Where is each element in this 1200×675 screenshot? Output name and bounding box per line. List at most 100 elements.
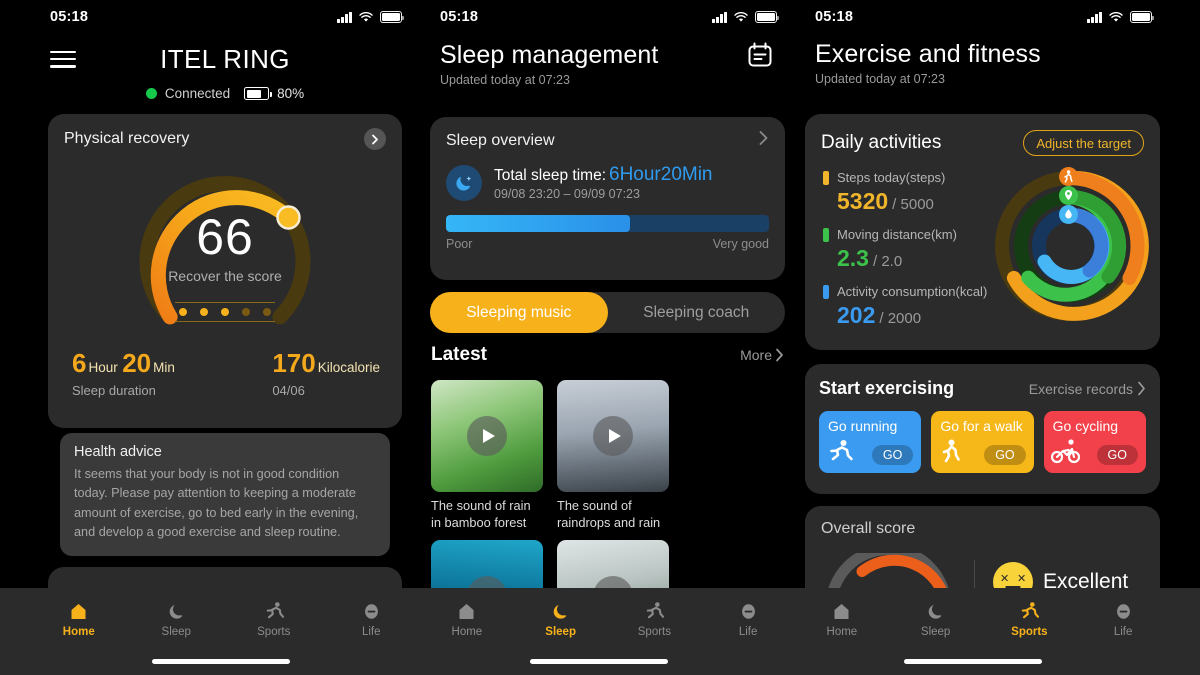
exercise-records-label: Exercise records bbox=[1028, 380, 1133, 397]
tile-go-for-a-walk[interactable]: Go for a walk GO bbox=[931, 411, 1034, 473]
cellular-signal-icon bbox=[1087, 11, 1102, 23]
calendar-note-icon[interactable] bbox=[745, 40, 775, 70]
tile-go-button[interactable]: GO bbox=[1096, 445, 1138, 465]
play-icon[interactable] bbox=[593, 416, 633, 456]
page-subtitle: Updated today at 07:23 bbox=[815, 72, 945, 86]
runner-icon bbox=[264, 601, 284, 622]
nav-item-sports[interactable]: Sports bbox=[608, 588, 702, 650]
tile-go-button[interactable]: GO bbox=[871, 445, 914, 465]
more-link[interactable]: More bbox=[740, 347, 784, 363]
status-bar-panel1: 05:18 bbox=[30, 0, 420, 34]
location-pin-icon bbox=[1059, 186, 1078, 205]
page-title: Exercise and fitness bbox=[815, 40, 1041, 68]
health-advice-body: It seems that your body is not in good c… bbox=[74, 467, 359, 540]
sleep-quality-scale: Poor Very good bbox=[446, 237, 769, 251]
sleep-page-header: Sleep management Updated today at 07:23 bbox=[420, 34, 795, 87]
nav-label: Home bbox=[62, 625, 95, 638]
nav-item-home[interactable]: Home bbox=[420, 588, 514, 650]
nav-item-life[interactable]: Life bbox=[323, 588, 421, 650]
daily-activities-card: Daily activities Adjust the target Steps… bbox=[805, 114, 1160, 350]
card-title: Overall score bbox=[821, 520, 916, 537]
distance-target: / 2.0 bbox=[872, 253, 903, 270]
status-time: 05:18 bbox=[50, 9, 89, 25]
tab-sleeping-music[interactable]: Sleeping music bbox=[430, 292, 608, 333]
latest-heading: Latest bbox=[431, 344, 487, 365]
life-icon bbox=[738, 601, 758, 622]
life-icon bbox=[1113, 601, 1133, 622]
nav-item-home[interactable]: Home bbox=[795, 588, 889, 650]
list-item[interactable]: The sound of rain in bamboo forest bbox=[431, 380, 543, 532]
steps-color-swatch bbox=[823, 170, 829, 185]
nav-label: Sports bbox=[637, 625, 671, 638]
flame-icon bbox=[1059, 205, 1078, 224]
total-sleep-label: Total sleep time: bbox=[494, 167, 606, 184]
media-thumbnail[interactable] bbox=[431, 380, 543, 492]
sleep-overview-card[interactable]: Sleep overview Total sleep time: 6Hour20M… bbox=[430, 117, 785, 280]
walking-icon bbox=[1059, 167, 1078, 186]
health-advice-title: Health advice bbox=[74, 444, 162, 460]
moon-icon bbox=[446, 164, 482, 201]
scale-high-label: Very good bbox=[712, 237, 769, 251]
nav-item-sleep[interactable]: Sleep bbox=[889, 588, 983, 650]
nav-item-home[interactable]: Home bbox=[30, 588, 128, 650]
sleep-duration-label: Sleep duration bbox=[72, 383, 156, 398]
panel-home: 05:18 ITEL RING Connected 80% Physical r… bbox=[30, 0, 420, 675]
adjust-target-button[interactable]: Adjust the target bbox=[1023, 130, 1144, 156]
nav-item-sleep[interactable]: Sleep bbox=[514, 588, 608, 650]
total-sleep-value: 6Hour20Min bbox=[609, 164, 713, 185]
tile-go-cycling[interactable]: Go cycling GO bbox=[1043, 411, 1146, 473]
status-time: 05:18 bbox=[440, 9, 479, 25]
distance-color-swatch bbox=[823, 227, 829, 242]
calories-value: 170 bbox=[272, 348, 316, 378]
status-bar-panel3: 05:18 bbox=[795, 0, 1170, 34]
sleep-hours-unit: Hour bbox=[88, 360, 118, 375]
cycling-icon bbox=[1050, 438, 1081, 469]
calories-value: 202 bbox=[837, 302, 876, 328]
connected-indicator-icon bbox=[145, 88, 157, 99]
home-indicator bbox=[152, 659, 290, 664]
calories-target: / 2000 bbox=[879, 310, 922, 327]
card-title: Sleep overview bbox=[446, 131, 555, 149]
tab-sleeping-coach[interactable]: Sleeping coach bbox=[608, 292, 786, 333]
chevron-right-icon bbox=[1138, 381, 1145, 396]
nav-item-sports[interactable]: Sports bbox=[983, 588, 1077, 650]
app-screenshot: 05:18 ITEL RING Connected 80% Physical r… bbox=[0, 0, 1200, 675]
status-icons bbox=[1087, 11, 1155, 23]
calories-stat: 170 Kilocalorie 04/06 bbox=[272, 348, 380, 398]
page-title: ITEL RING bbox=[160, 43, 290, 74]
nav-item-life[interactable]: Life bbox=[701, 588, 795, 650]
device-status: Connected 80% bbox=[50, 86, 400, 101]
steps-label: Steps today(steps) bbox=[837, 170, 946, 185]
media-caption: The sound of rain in bamboo forest bbox=[431, 498, 531, 531]
fitness-page-header: Exercise and fitness Updated today at 07… bbox=[795, 34, 1170, 86]
nav-item-life[interactable]: Life bbox=[1076, 588, 1170, 650]
recovery-score: 66 bbox=[196, 209, 254, 265]
tile-label: Go cycling bbox=[1052, 418, 1119, 434]
media-thumbnail[interactable] bbox=[557, 380, 669, 492]
exercise-records-link[interactable]: Exercise records bbox=[1029, 381, 1146, 397]
ring-battery-percent: 80% bbox=[277, 86, 305, 101]
tile-go-button[interactable]: GO bbox=[984, 445, 1026, 465]
calories-color-swatch bbox=[823, 284, 829, 299]
card-title: Start exercising bbox=[819, 378, 955, 398]
nav-label: Sleep bbox=[545, 625, 576, 638]
nav-item-sports[interactable]: Sports bbox=[225, 588, 323, 650]
chevron-right-icon[interactable] bbox=[758, 130, 769, 151]
list-item[interactable]: The sound of raindrops and rain bbox=[557, 380, 669, 532]
nav-label: Life bbox=[1113, 625, 1133, 638]
physical-recovery-card[interactable]: Physical recovery 66 Recover the score 6… bbox=[48, 114, 402, 428]
nav-label: Home bbox=[826, 625, 858, 638]
steps-value: 5320 bbox=[837, 188, 889, 214]
tile-go-running[interactable]: Go running GO bbox=[819, 411, 922, 473]
activity-metrics: Steps today(steps) 5320/ 5000 Moving dis… bbox=[821, 170, 987, 341]
nav-label: Sleep bbox=[920, 625, 951, 638]
status-time: 05:18 bbox=[815, 9, 854, 25]
nav-item-sleep[interactable]: Sleep bbox=[128, 588, 226, 650]
bottom-navigation: Home Sleep Sports Life Home Sleep Sports… bbox=[0, 588, 1200, 675]
runner-icon bbox=[644, 601, 665, 622]
app-header: ITEL RING Connected 80% bbox=[30, 34, 420, 101]
sleep-range: 09/08 23:20 – 09/09 07:23 bbox=[494, 187, 640, 201]
chevron-right-icon[interactable] bbox=[364, 128, 386, 150]
play-icon[interactable] bbox=[467, 416, 507, 456]
moon-icon bbox=[926, 601, 946, 622]
